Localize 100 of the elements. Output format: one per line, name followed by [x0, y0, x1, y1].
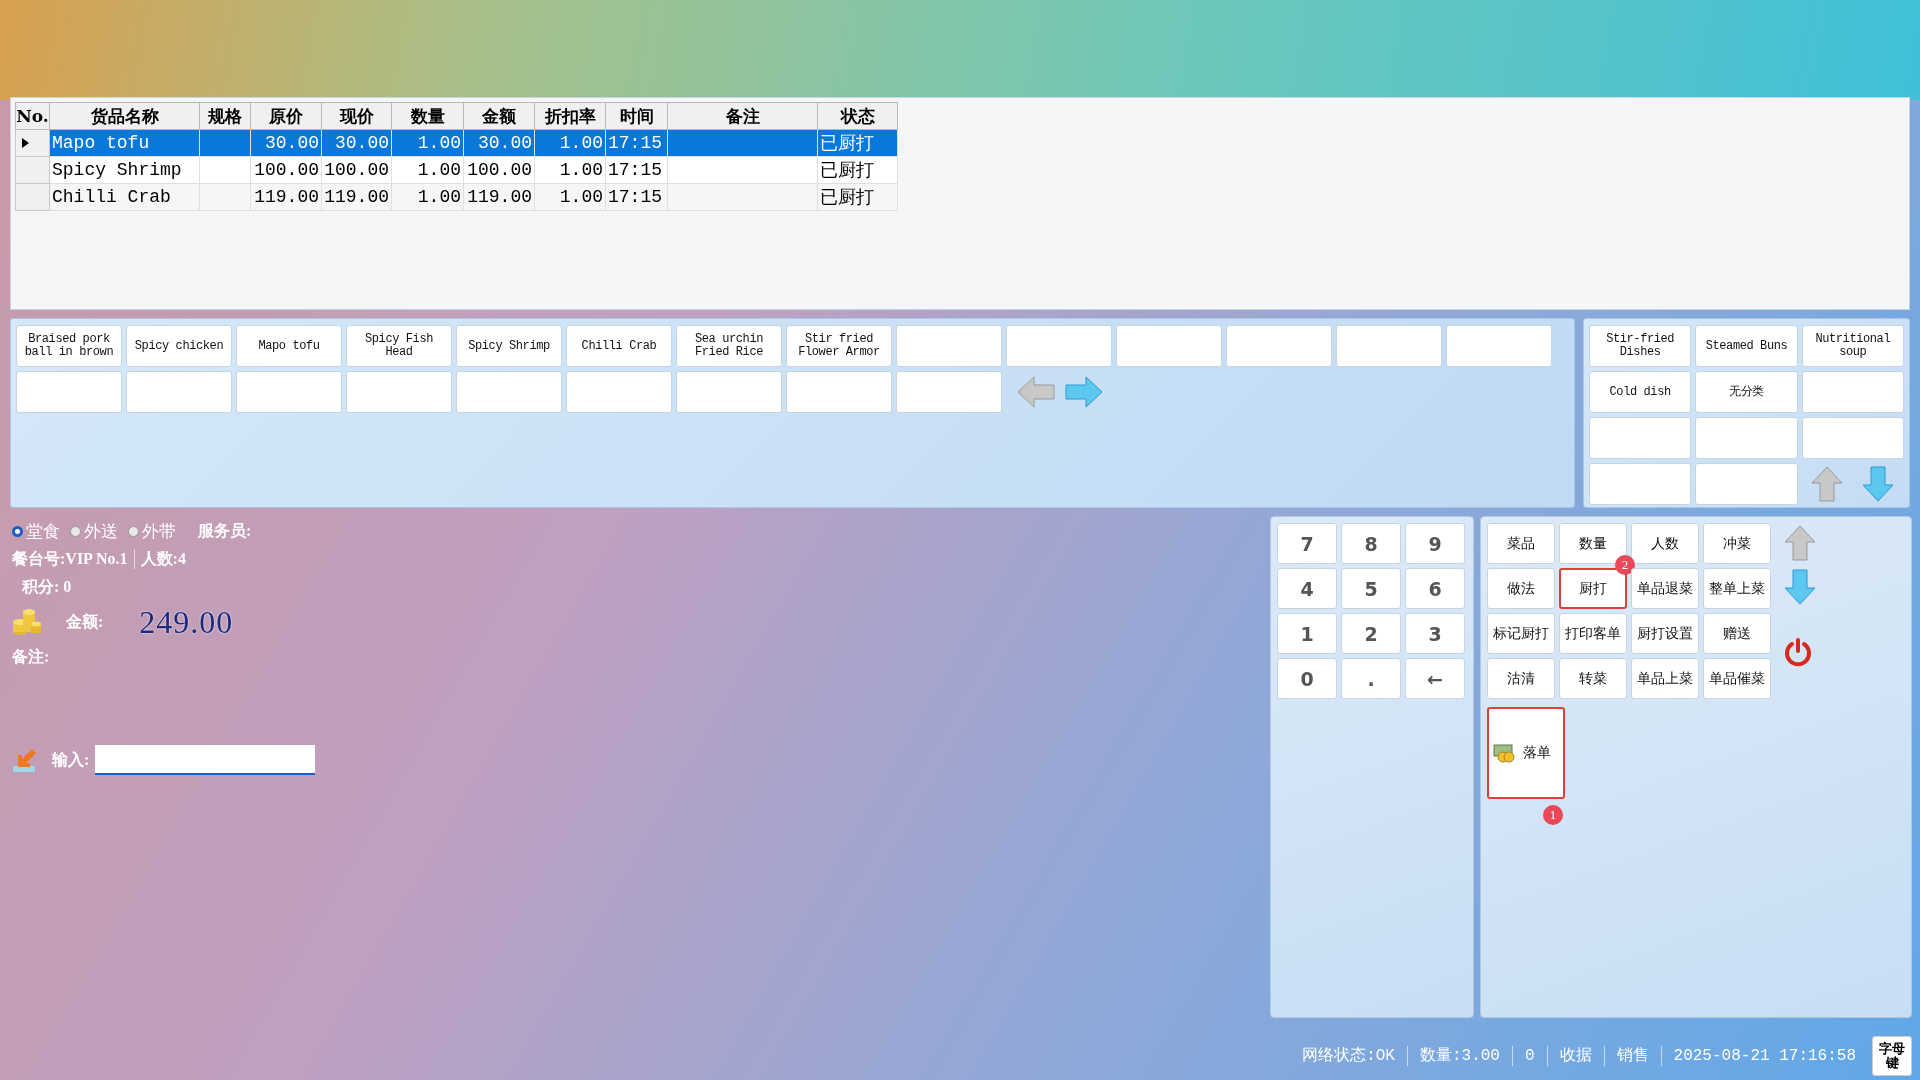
- input-field[interactable]: [95, 745, 316, 775]
- column-header[interactable]: No.: [15, 102, 50, 130]
- table-cell: 17:15: [608, 187, 662, 207]
- empty-category-slot[interactable]: [1801, 371, 1904, 413]
- function-button[interactable]: 整单上菜: [1703, 568, 1771, 609]
- keypad-key[interactable]: 9: [1405, 523, 1465, 564]
- table-cell: 1.00: [417, 133, 461, 153]
- function-button[interactable]: 冲菜: [1703, 523, 1771, 564]
- empty-dish-slot[interactable]: [786, 371, 892, 413]
- table-cell: 1.00: [417, 187, 461, 207]
- column-header[interactable]: 金额: [463, 102, 535, 130]
- table-cell: 1.00: [559, 160, 603, 180]
- function-button[interactable]: 厨打设置: [1631, 613, 1699, 654]
- empty-dish-slot[interactable]: [1446, 325, 1552, 367]
- left-arrow-icon[interactable]: [1016, 375, 1056, 409]
- column-header[interactable]: 数量: [391, 102, 464, 130]
- category-button[interactable]: Steamed Buns: [1695, 325, 1798, 367]
- table-cell: 已厨打: [820, 188, 874, 208]
- column-header[interactable]: 备注: [667, 102, 818, 130]
- keypad-key[interactable]: 1: [1277, 613, 1337, 654]
- keypad-key[interactable]: 3: [1405, 613, 1465, 654]
- column-header[interactable]: 时间: [605, 102, 668, 130]
- category-button[interactable]: 无分类: [1695, 371, 1798, 413]
- function-button[interactable]: 赠送: [1703, 613, 1771, 654]
- function-button[interactable]: 单品催菜: [1703, 658, 1771, 699]
- function-button[interactable]: 单品退菜: [1631, 568, 1699, 609]
- function-button[interactable]: 转菜: [1559, 658, 1627, 699]
- table-cell: 100.00: [254, 160, 319, 180]
- function-button[interactable]: 菜品: [1487, 523, 1555, 564]
- empty-dish-slot[interactable]: [1006, 325, 1112, 367]
- empty-dish-slot[interactable]: [1336, 325, 1442, 367]
- keypad-key[interactable]: 5: [1341, 568, 1401, 609]
- dish-button[interactable]: Mapo tofu: [236, 325, 342, 367]
- function-button[interactable]: 沽清: [1487, 658, 1555, 699]
- category-button[interactable]: Nutritional soup: [1801, 325, 1904, 367]
- down-arrow-icon[interactable]: [1783, 567, 1817, 607]
- empty-dish-slot[interactable]: [236, 371, 342, 413]
- down-arrow-icon[interactable]: [1861, 465, 1896, 503]
- empty-category-slot[interactable]: [1801, 417, 1904, 459]
- empty-dish-slot[interactable]: [16, 371, 122, 413]
- keypad-key[interactable]: 4: [1277, 568, 1337, 609]
- empty-dish-slot[interactable]: [676, 371, 782, 413]
- empty-category-slot[interactable]: [1589, 417, 1692, 459]
- function-button[interactable]: 标记厨打: [1487, 613, 1555, 654]
- empty-dish-slot[interactable]: [896, 371, 1002, 413]
- order-row[interactable]: Spicy Shrimp 100.00 100.00 1.00 100.00 1.00 17:15 已厨打: [15, 156, 898, 184]
- category-button[interactable]: Cold dish: [1589, 371, 1692, 413]
- power-icon[interactable]: [1783, 637, 1813, 667]
- keypad-key[interactable]: 8: [1341, 523, 1401, 564]
- empty-dish-slot[interactable]: [346, 371, 452, 413]
- column-header[interactable]: 现价: [321, 102, 392, 130]
- function-button[interactable]: 人数: [1631, 523, 1699, 564]
- amount-label: 金额:: [66, 611, 104, 632]
- table-cell: 100.00: [467, 160, 532, 180]
- row-pointer-icon: [22, 138, 29, 148]
- empty-dish-slot[interactable]: [126, 371, 232, 413]
- keypad-key[interactable]: .: [1341, 658, 1401, 699]
- column-header[interactable]: 原价: [250, 102, 322, 130]
- column-header[interactable]: 货品名称: [49, 102, 200, 130]
- table-cell: 30.00: [265, 133, 319, 153]
- dish-button[interactable]: Chilli Crab: [566, 325, 672, 367]
- keypad-key[interactable]: ←: [1405, 658, 1465, 699]
- empty-dish-slot[interactable]: [896, 325, 1002, 367]
- category-button[interactable]: Stir-fried Dishes: [1589, 325, 1692, 367]
- keypad-key[interactable]: 6: [1405, 568, 1465, 609]
- cash-icon: [1493, 743, 1517, 763]
- dish-button[interactable]: Spicy chicken: [126, 325, 232, 367]
- points-label: 积分: 0: [22, 576, 72, 597]
- dish-button[interactable]: Stir fried Flower Armor: [786, 325, 892, 367]
- column-header[interactable]: 折扣率: [534, 102, 606, 130]
- empty-dish-slot[interactable]: [456, 371, 562, 413]
- empty-dish-slot[interactable]: [1116, 325, 1222, 367]
- dish-button[interactable]: Braised pork ball in brown: [16, 325, 122, 367]
- function-button[interactable]: 打印客单: [1559, 613, 1627, 654]
- empty-dish-slot[interactable]: [566, 371, 672, 413]
- empty-category-slot[interactable]: [1695, 417, 1798, 459]
- status-text: 2025-08-21 17:16:58: [1673, 1046, 1856, 1067]
- keyboard-toggle-button[interactable]: 字母键: [1872, 1036, 1912, 1076]
- column-header[interactable]: 规格: [199, 102, 251, 130]
- keypad-key[interactable]: 0: [1277, 658, 1337, 699]
- up-arrow-icon[interactable]: [1783, 523, 1817, 563]
- submit-order-button[interactable]: 落单: [1487, 707, 1565, 799]
- keypad-key[interactable]: 2: [1341, 613, 1401, 654]
- order-row[interactable]: Mapo tofu 30.00 30.00 1.00 30.00 1.00 17:15 已厨打: [15, 129, 898, 157]
- order-row[interactable]: Chilli Crab 119.00 119.00 1.00 119.00 1.00 17:15 已厨打: [15, 183, 898, 211]
- empty-category-slot[interactable]: [1695, 463, 1798, 505]
- table-cell: 1.00: [417, 160, 461, 180]
- empty-dish-slot[interactable]: [1226, 325, 1332, 367]
- function-button[interactable]: 厨打: [1559, 568, 1627, 609]
- right-arrow-icon[interactable]: [1064, 375, 1104, 409]
- dish-button[interactable]: Sea urchin Fried Rice: [676, 325, 782, 367]
- dish-button[interactable]: Spicy Shrimp: [456, 325, 562, 367]
- up-arrow-icon[interactable]: [1810, 465, 1845, 503]
- empty-category-slot[interactable]: [1589, 463, 1692, 505]
- keypad-key[interactable]: 7: [1277, 523, 1337, 564]
- function-button[interactable]: 做法: [1487, 568, 1555, 609]
- dish-button[interactable]: Spicy Fish Head: [346, 325, 452, 367]
- status-text: 销售: [1616, 1046, 1649, 1067]
- column-header[interactable]: 状态: [817, 102, 898, 130]
- function-button[interactable]: 单品上菜: [1631, 658, 1699, 699]
